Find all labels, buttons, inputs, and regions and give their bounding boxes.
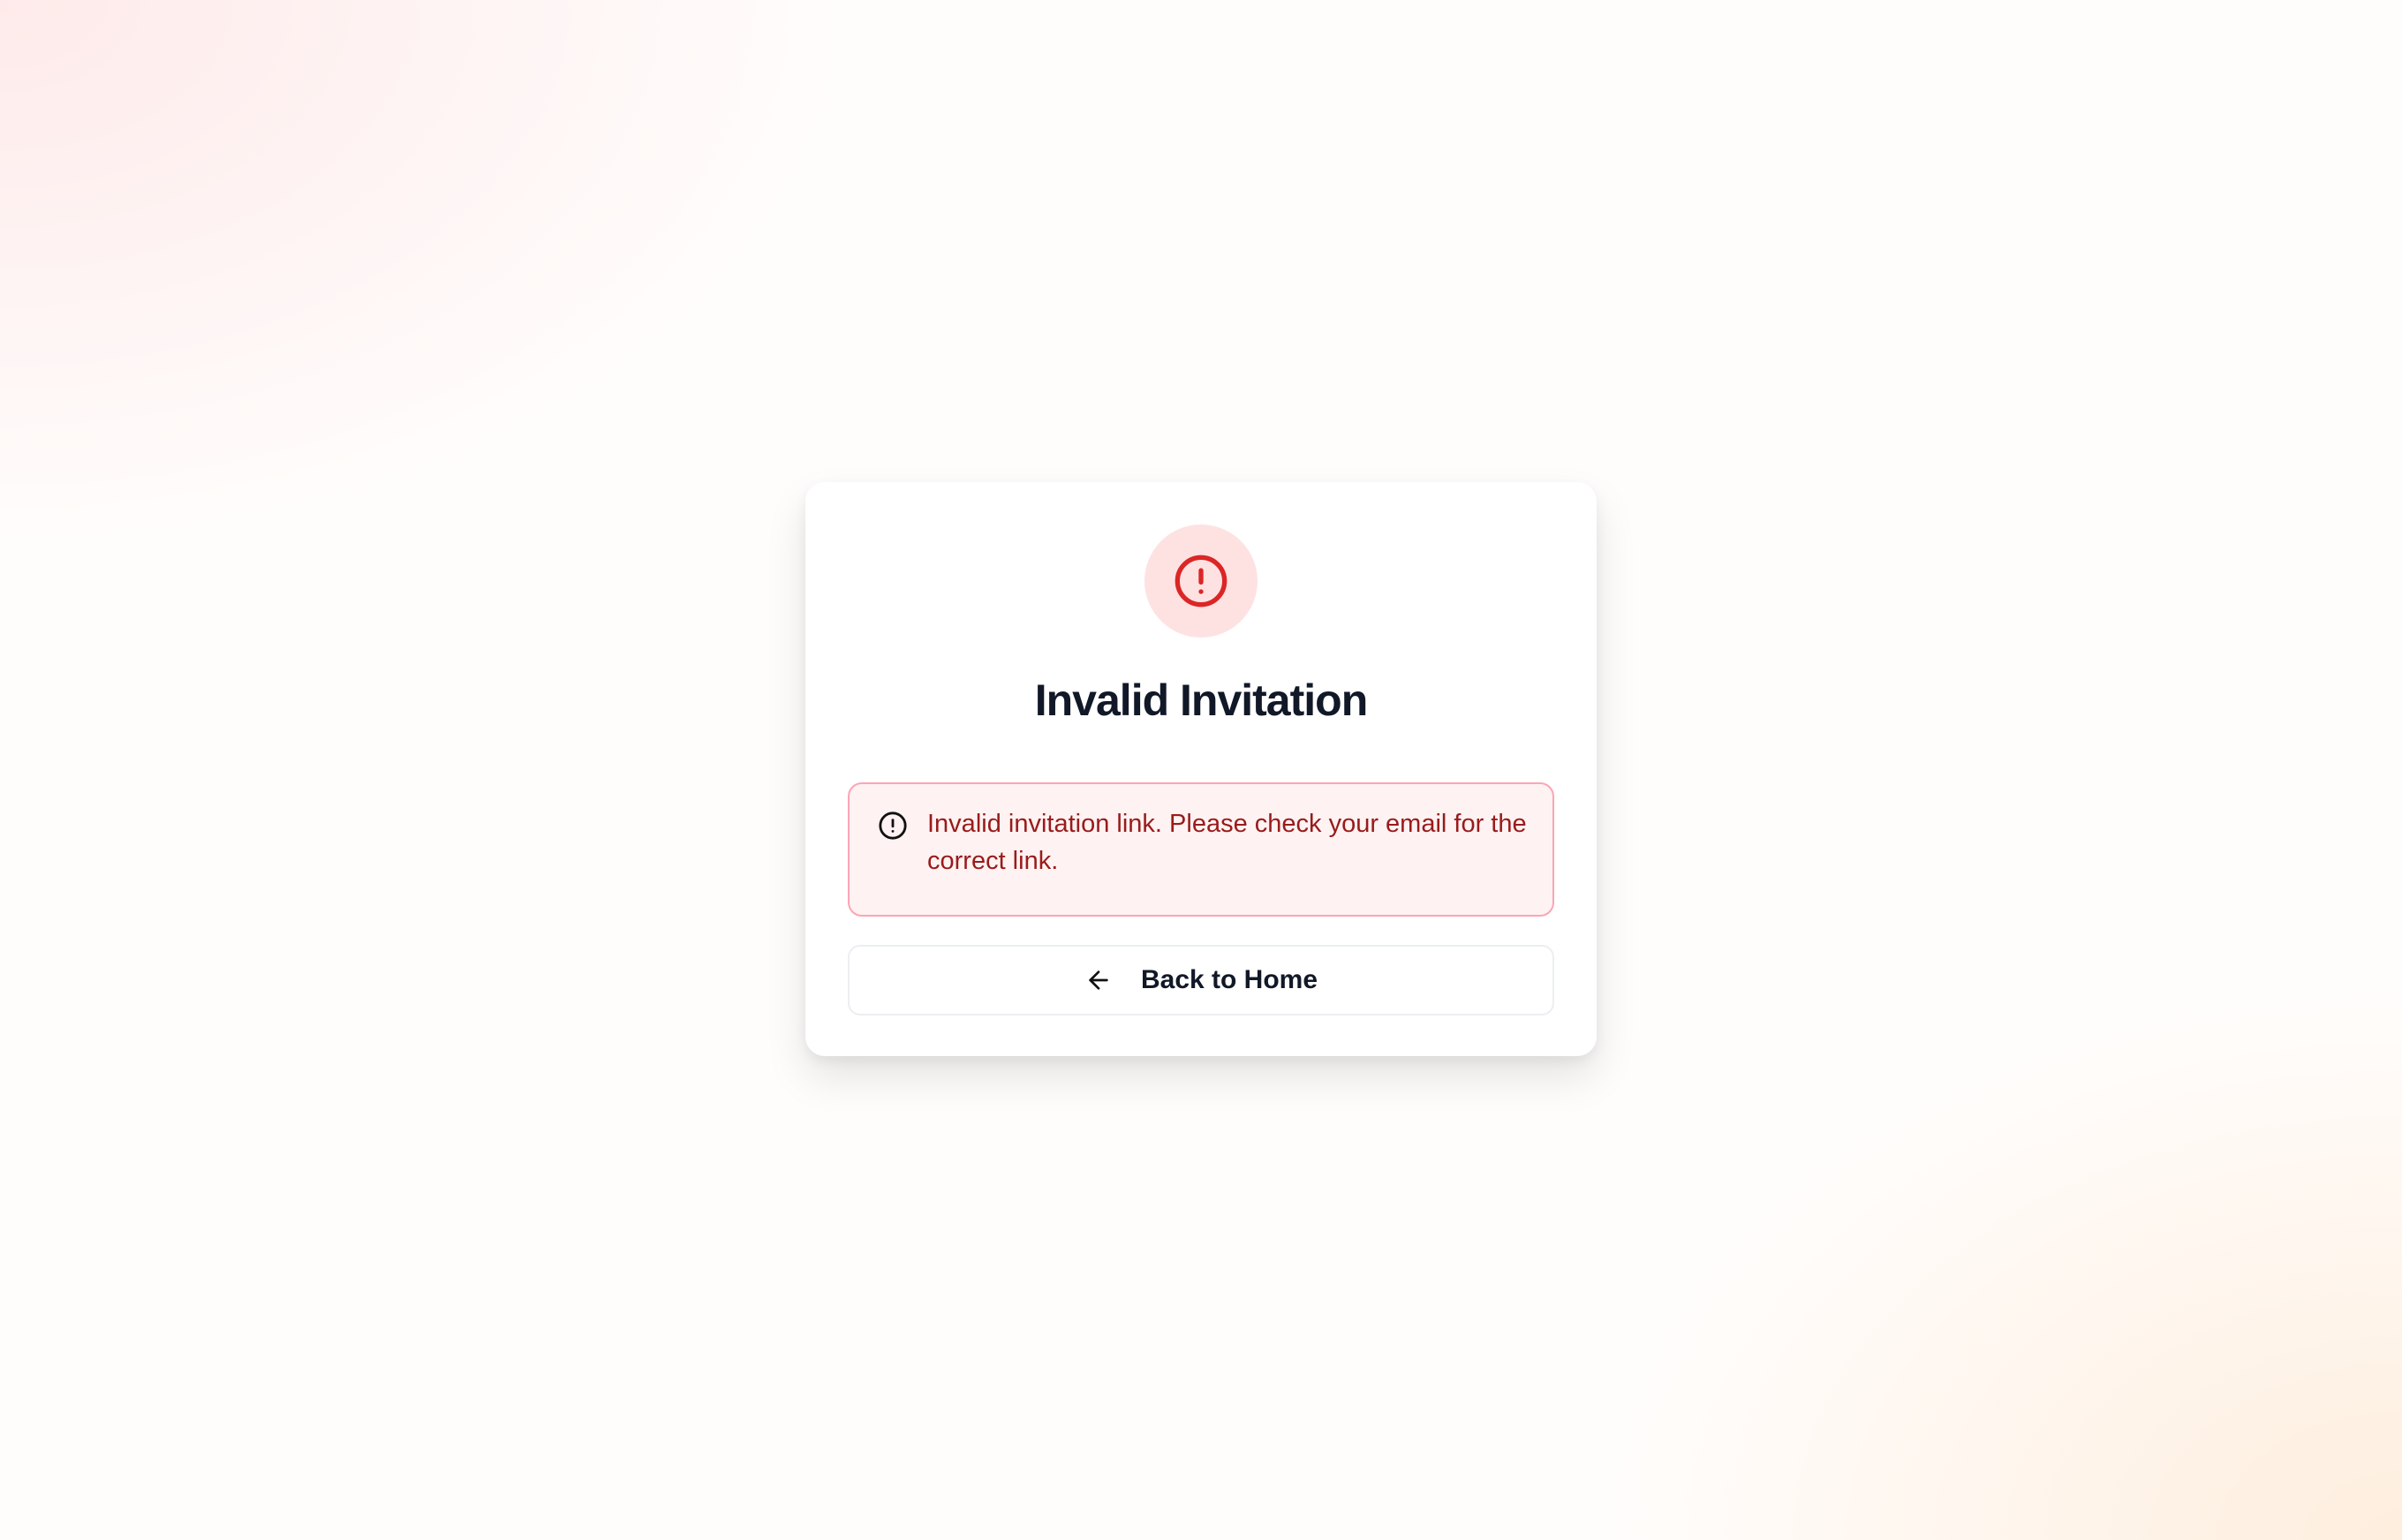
invitation-error-card: Invalid Invitation Invalid invitation li… (805, 482, 1597, 1056)
error-alert: Invalid invitation link. Please check yo… (848, 782, 1554, 917)
arrow-left-icon (1089, 970, 1108, 990)
error-status-badge (1144, 525, 1258, 638)
alert-circle-icon (879, 812, 907, 840)
error-message: Invalid invitation link. Please check yo… (927, 810, 1527, 875)
back-to-home-button[interactable]: Back to Home (848, 945, 1554, 1015)
page-title: Invalid Invitation (1034, 676, 1368, 725)
alert-circle-icon (1175, 555, 1227, 608)
back-to-home-label: Back to Home (1140, 965, 1318, 994)
